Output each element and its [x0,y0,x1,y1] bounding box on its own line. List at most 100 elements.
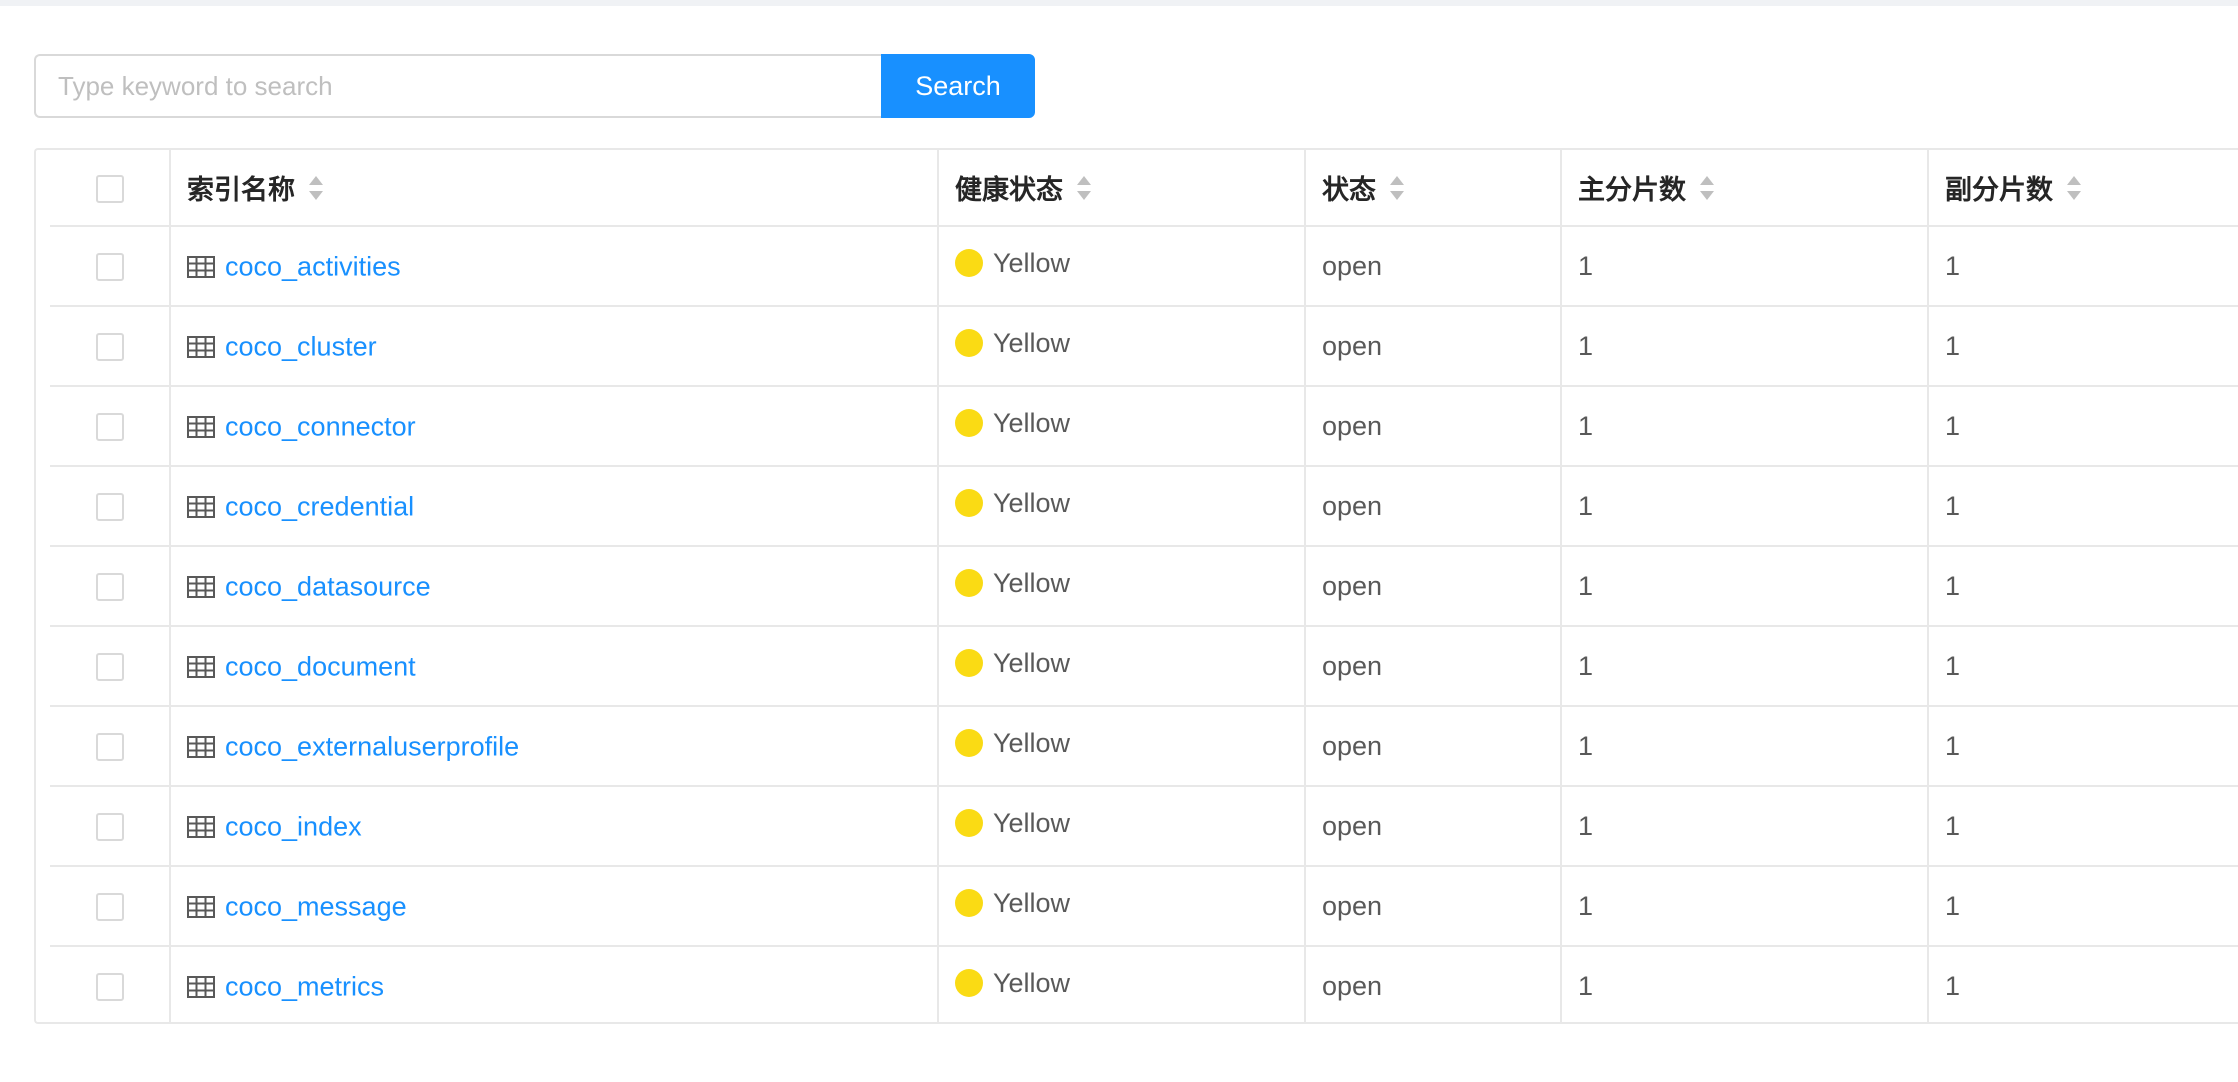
row-checkbox[interactable] [95,413,124,442]
primary-shards-cell: 1 [1561,466,1929,547]
health-label: Yellow [993,327,1071,358]
header-status[interactable]: 状态 [1305,150,1562,227]
table-row: coco_datasource Yellow open 1 1 [50,546,2238,627]
table-icon [187,655,215,678]
header-health[interactable]: 健康状态 [938,150,1306,227]
replica-shards-cell: 1 [1928,386,2238,467]
search-button[interactable]: Search [881,54,1035,118]
index-name-link[interactable]: coco_connector [225,411,416,441]
primary-shards-cell: 1 [1561,386,1929,467]
index-name-cell: coco_connector [170,386,939,467]
health-cell: Yellow [938,706,1306,787]
index-name-link[interactable]: coco_activities [225,251,401,281]
health-cell: Yellow [938,626,1306,707]
row-checkbox[interactable] [95,253,124,282]
health-label: Yellow [993,247,1071,278]
primary-shards-value: 1 [1578,890,1594,921]
header-index-name[interactable]: 索引名称 [170,150,939,227]
header-replica-shards[interactable]: 副分片数 [1928,150,2238,227]
row-checkbox[interactable] [95,573,124,602]
status-label: open [1322,810,1383,841]
row-select-cell [50,706,171,787]
index-name-link[interactable]: coco_index [225,811,362,841]
row-checkbox[interactable] [95,333,124,362]
status-cell: open [1305,386,1562,467]
index-name-link[interactable]: coco_credential [225,491,414,521]
primary-shards-cell: 1 [1561,786,1929,867]
row-checkbox[interactable] [95,973,124,1002]
table-icon [187,975,215,998]
row-select-cell [50,866,171,947]
sort-icon[interactable] [1700,175,1714,201]
select-all-checkbox[interactable] [95,174,124,203]
primary-shards-cell: 1 [1561,946,1929,1022]
status-dot-icon [955,729,983,758]
status-cell: open [1305,866,1562,947]
header-primary-shards[interactable]: 主分片数 [1561,150,1929,227]
row-checkbox[interactable] [95,653,124,682]
health-cell: Yellow [938,226,1306,307]
table-icon [187,815,215,838]
index-name-cell: coco_activities [170,226,939,307]
status-dot-icon [955,409,983,438]
status-cell: open [1305,786,1562,867]
status-label: open [1322,490,1383,521]
replica-shards-cell: 1 [1928,706,2238,787]
status-cell: open [1305,306,1562,387]
index-name-link[interactable]: coco_document [225,651,416,681]
row-checkbox[interactable] [95,813,124,842]
index-name-cell: coco_externaluserprofile [170,706,939,787]
replica-shards-value: 1 [1945,330,1961,361]
primary-shards-value: 1 [1578,810,1594,841]
index-name-link[interactable]: coco_metrics [225,971,384,1001]
header-label: 索引名称 [187,175,295,205]
row-select-cell [50,946,171,1022]
header-label: 副分片数 [1945,175,2053,205]
index-name-link[interactable]: coco_externaluserprofile [225,731,519,761]
table-row: coco_cluster Yellow open 1 1 [50,306,2238,387]
status-label: open [1322,410,1383,441]
replica-shards-cell: 1 [1928,626,2238,707]
status-cell: open [1305,546,1562,627]
status-dot-icon [955,809,983,838]
health-cell: Yellow [938,946,1306,1022]
health-cell: Yellow [938,546,1306,627]
row-checkbox[interactable] [95,893,124,922]
status-cell: open [1305,946,1562,1022]
row-select-cell [50,386,171,467]
status-dot-icon [955,969,983,998]
index-name-link[interactable]: coco_message [225,891,407,921]
health-cell: Yellow [938,866,1306,947]
header-label: 健康状态 [955,175,1063,205]
primary-shards-value: 1 [1578,250,1594,281]
sort-icon[interactable] [1390,175,1404,201]
status-dot-icon [955,489,983,518]
top-strip [0,0,2238,6]
replica-shards-cell: 1 [1928,546,2238,627]
index-name-cell: coco_credential [170,466,939,547]
health-cell: Yellow [938,786,1306,867]
index-name-link[interactable]: coco_cluster [225,331,377,361]
row-checkbox[interactable] [95,733,124,762]
search-input[interactable] [34,54,881,118]
sort-icon[interactable] [2067,175,2081,201]
status-label: open [1322,330,1383,361]
primary-shards-value: 1 [1578,410,1594,441]
table-row: coco_index Yellow open 1 1 [50,786,2238,867]
replica-shards-value: 1 [1945,570,1961,601]
primary-shards-cell: 1 [1561,866,1929,947]
table-icon [187,335,215,358]
table-row: coco_externaluserprofile Yellow open 1 1 [50,706,2238,787]
replica-shards-value: 1 [1945,890,1961,921]
table-icon [187,495,215,518]
primary-shards-value: 1 [1578,730,1594,761]
replica-shards-cell: 1 [1928,306,2238,387]
index-name-link[interactable]: coco_datasource [225,571,431,601]
row-select-cell [50,786,171,867]
health-cell: Yellow [938,386,1306,467]
sort-icon[interactable] [1077,175,1091,201]
primary-shards-cell: 1 [1561,546,1929,627]
row-checkbox[interactable] [95,493,124,522]
index-name-cell: coco_datasource [170,546,939,627]
sort-icon[interactable] [309,175,323,201]
